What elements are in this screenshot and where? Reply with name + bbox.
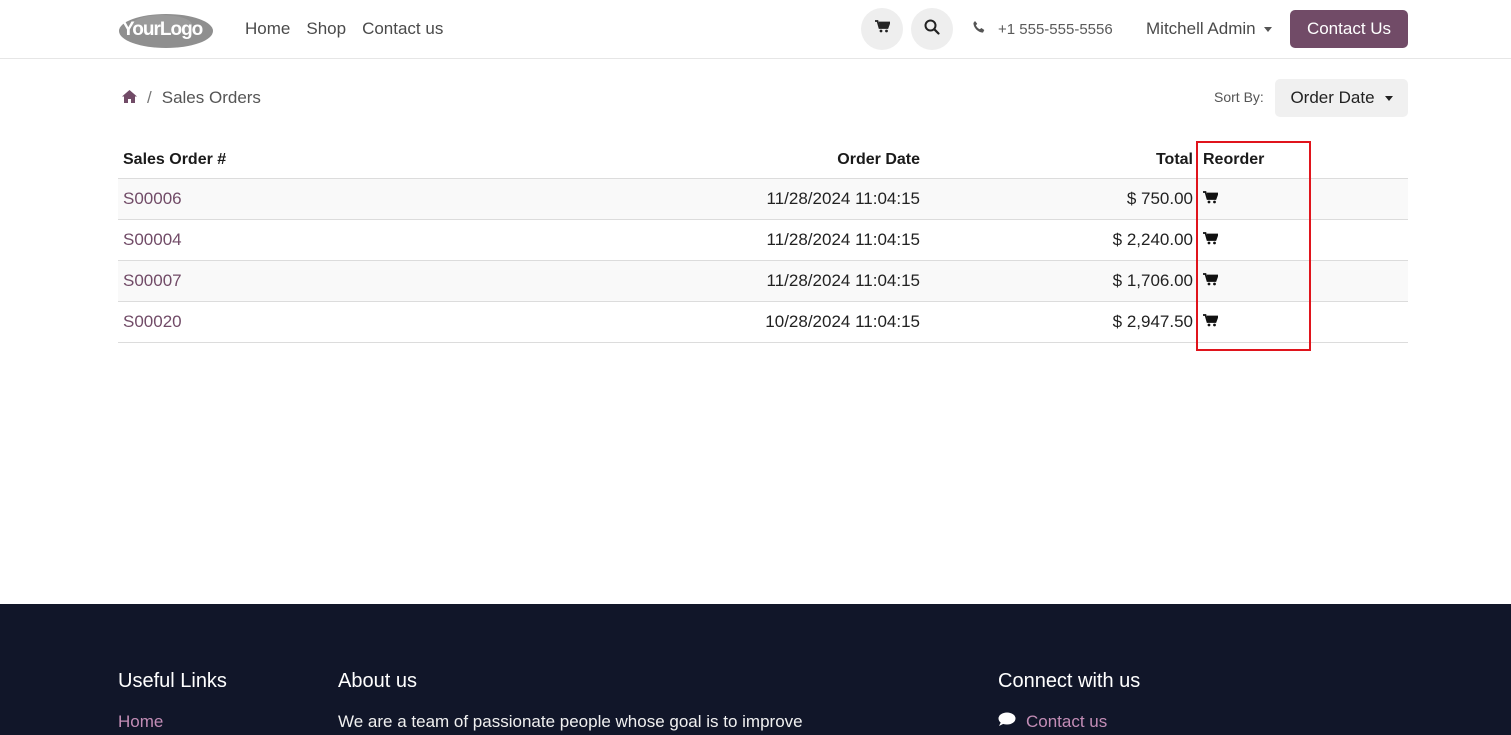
sort-label: Sort By:: [1214, 89, 1264, 105]
site-footer: Useful Links Home About us We are a team…: [0, 604, 1511, 735]
user-menu[interactable]: Mitchell Admin: [1146, 19, 1272, 39]
order-link[interactable]: S00004: [123, 230, 182, 250]
nav-home[interactable]: Home: [245, 19, 290, 39]
order-date: 10/28/2024 11:04:15: [765, 312, 920, 331]
site-logo[interactable]: YourLogo: [118, 12, 214, 49]
logo-text: YourLogo: [122, 19, 203, 40]
order-link[interactable]: S00006: [123, 189, 182, 209]
order-total: $ 2,240.00: [1112, 230, 1193, 249]
useful-links-title: Useful Links: [118, 670, 227, 692]
nav-shop[interactable]: Shop: [306, 19, 346, 39]
connect-title: Connect with us: [998, 670, 1141, 692]
nav-contact-us[interactable]: Contact us: [362, 19, 443, 39]
chevron-down-icon: [1384, 95, 1393, 101]
breadcrumb-separator: /: [147, 88, 152, 107]
about-us-text: We are a team of passionate people whose…: [338, 712, 803, 731]
about-us-title: About us: [338, 670, 417, 692]
site-header: YourLogo Home Shop Contact us +1 555-555…: [0, 0, 1511, 59]
cart-icon: [874, 20, 891, 38]
user-name: Mitchell Admin: [1146, 19, 1256, 38]
sort-value: Order Date: [1290, 88, 1375, 107]
header-total: Total: [1155, 151, 1193, 168]
main-nav: Home Shop Contact us: [245, 19, 443, 39]
phone-icon: [972, 20, 986, 38]
order-link[interactable]: S00020: [123, 312, 182, 332]
cart-button[interactable]: [861, 8, 903, 50]
chevron-down-icon: [1263, 26, 1272, 32]
breadcrumb: / Sales Orders: [122, 88, 261, 108]
order-date: 11/28/2024 11:04:15: [766, 271, 920, 290]
footer-contact-link[interactable]: Contact us: [998, 712, 1107, 732]
contact-us-button[interactable]: Contact Us: [1290, 10, 1408, 48]
breadcrumb-current: Sales Orders: [161, 88, 261, 107]
order-total: $ 2,947.50: [1112, 312, 1193, 331]
order-link[interactable]: S00007: [123, 271, 182, 291]
header-order: Sales Order #: [123, 151, 227, 168]
sort-dropdown[interactable]: Order Date: [1275, 79, 1408, 117]
order-total: $ 1,706.00: [1112, 271, 1193, 290]
search-icon: [924, 19, 940, 40]
search-button[interactable]: [911, 8, 953, 50]
phone-link[interactable]: +1 555-555-5556: [972, 20, 1113, 38]
home-icon[interactable]: [122, 88, 137, 108]
phone-number: +1 555-555-5556: [998, 20, 1113, 38]
comment-icon: [998, 712, 1016, 732]
order-total: $ 750.00: [1126, 189, 1193, 208]
header-date: Order Date: [837, 151, 920, 168]
order-date: 11/28/2024 11:04:15: [766, 230, 920, 249]
order-date: 11/28/2024 11:04:15: [766, 189, 920, 208]
footer-link-home[interactable]: Home: [118, 712, 163, 732]
reorder-column-highlight: [1196, 141, 1311, 351]
footer-contact-label: Contact us: [1026, 712, 1108, 731]
